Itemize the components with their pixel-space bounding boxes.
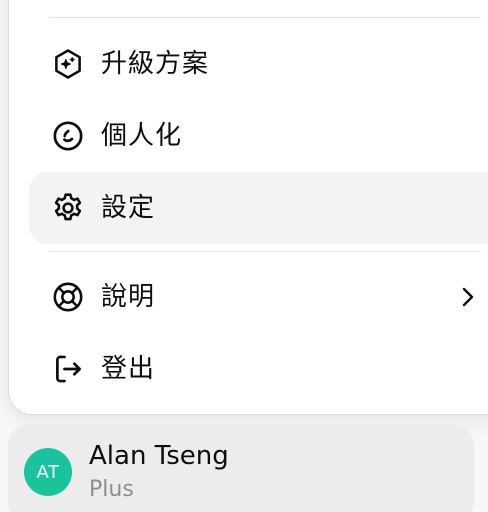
menu-item-label: 個人化 [101, 121, 183, 151]
avatar: AT [24, 448, 72, 496]
chevron-right-icon [457, 284, 479, 310]
menu-divider-middle [49, 251, 481, 252]
gear-icon [51, 191, 85, 225]
lifebuoy-icon [51, 280, 85, 314]
account-popover-menu: 升級方案 個人化 設定 說明 登出 [8, 0, 488, 415]
menu-item-logout[interactable]: 登出 [29, 333, 488, 405]
user-profile-button[interactable]: AT Alan Tseng Plus [8, 424, 474, 512]
profile-name: Alan Tseng [89, 441, 229, 471]
sparkle-hexagon-icon [51, 47, 85, 81]
menu-item-label: 升級方案 [101, 49, 210, 79]
menu-item-label: 說明 [101, 282, 156, 312]
account-menu-screen: 升級方案 個人化 設定 說明 登出 AT Alan Tseng Plus [0, 0, 488, 512]
logout-icon [51, 352, 85, 386]
menu-item-label: 登出 [101, 354, 156, 384]
menu-item-personalize[interactable]: 個人化 [29, 100, 488, 172]
smiley-circle-icon [51, 119, 85, 153]
menu-item-upgrade[interactable]: 升級方案 [29, 28, 488, 100]
menu-divider-top [49, 17, 481, 18]
profile-plan: Plus [89, 477, 134, 502]
menu-item-label: 設定 [101, 193, 156, 223]
menu-item-settings[interactable]: 設定 [29, 172, 488, 244]
menu-item-help[interactable]: 說明 [29, 261, 488, 333]
